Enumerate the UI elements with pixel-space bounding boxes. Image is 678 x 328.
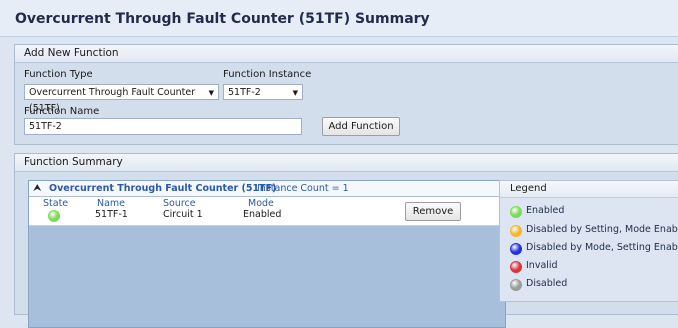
collapse-icon[interactable]: ⮝ [33,181,42,196]
function-group-header: ⮝ Overcurrent Through Fault Counter (51T… [29,181,505,197]
function-type-select[interactable]: Overcurrent Through Fault Counter (51TF)… [24,84,219,114]
legend-panel: Legend Enabled Disabled by Setting, Mode… [499,180,678,302]
page-title: Overcurrent Through Fault Counter (51TF)… [15,11,430,27]
invalid-indicator-icon [510,261,522,273]
legend-label: Disabled by Setting, Mode Enabled [526,224,678,235]
function-name-input[interactable]: 51TF-2 [24,118,302,135]
remove-button[interactable]: Remove [405,202,461,221]
title-bar: Overcurrent Through Fault Counter (51TF)… [0,0,678,37]
instance-count: Instance Count = 1 [257,183,349,194]
column-header-name: Name [97,198,126,209]
legend-label: Disabled [526,278,568,289]
add-function-button[interactable]: Add Function [322,117,400,136]
disabled-by-mode-indicator-icon [510,243,522,255]
add-function-header: Add New Function [15,45,678,63]
column-header-state: State [43,198,69,209]
chevron-down-icon: ▼ [208,89,214,97]
function-name-value: 51TF-2 [29,121,62,132]
function-instance-select[interactable]: 51TF-2 ▼ [223,84,303,100]
function-summary-header: Function Summary [15,154,678,172]
legend-label: Disabled by Mode, Setting Enabled [526,242,678,253]
function-instance-value: 51TF-2 [228,87,261,98]
row-name: 51TF-1 [95,209,128,220]
legend-header: Legend [500,181,678,198]
row-source: Circuit 1 [163,209,203,220]
state-indicator-icon [48,210,60,222]
function-group-box: ⮝ Overcurrent Through Fault Counter (51T… [28,180,506,328]
column-header-source: Source [163,198,196,209]
function-type-label: Function Type [24,69,93,80]
column-header-mode: Mode [248,198,274,209]
function-group-title: Overcurrent Through Fault Counter (51TF) [49,183,277,194]
legend-label: Enabled [526,205,565,216]
legend-label: Invalid [526,260,558,271]
table-row: State Name Source Mode 51TF-1 Circuit 1 … [29,197,505,226]
chevron-down-icon: ▼ [292,89,298,97]
row-mode: Enabled [243,209,282,220]
function-summary-panel: Function Summary ⮝ Overcurrent Through F… [14,153,678,328]
function-instance-label: Function Instance [223,69,312,80]
function-name-label: Function Name [24,106,100,117]
add-function-panel: Add New Function Function Type Overcurre… [14,44,678,145]
disabled-indicator-icon [510,279,522,291]
disabled-by-setting-indicator-icon [510,225,522,237]
enabled-indicator-icon [510,206,522,218]
